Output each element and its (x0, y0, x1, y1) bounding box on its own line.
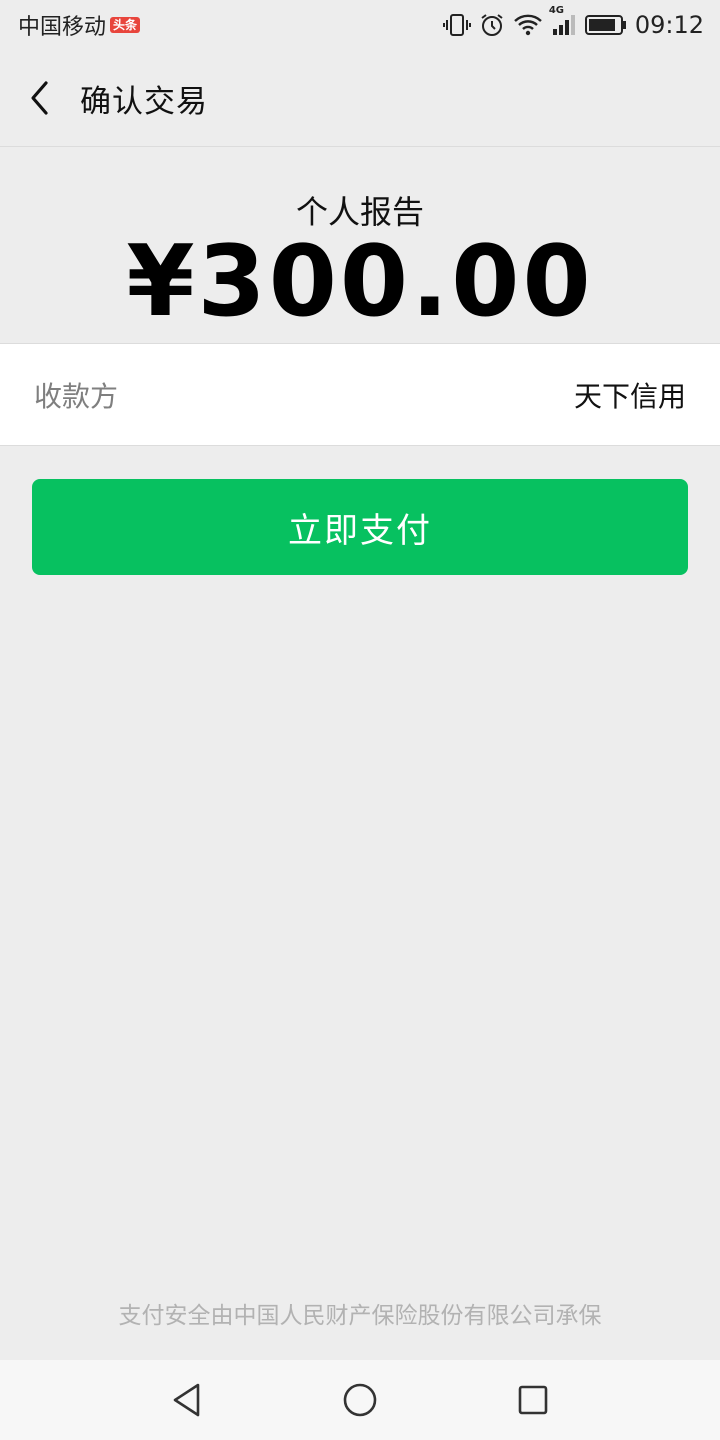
insurance-note: 支付安全由中国人民财产保险股份有限公司承保 (118, 1303, 602, 1329)
page-title: 确认交易 (80, 83, 208, 120)
wifi-icon (513, 13, 543, 37)
vibrate-icon (442, 13, 471, 37)
payment-amount: ¥300.00 (126, 225, 594, 339)
status-right: 4G 09:12 (442, 5, 704, 39)
network-type: 4G (548, 5, 564, 16)
carrier-name: 中国移动 (18, 15, 107, 40)
alarm-icon (479, 12, 505, 38)
payee-value: 天下信用 (573, 379, 686, 413)
triangle-back-icon[interactable] (147, 1360, 227, 1440)
app-badge: 头条 (110, 17, 141, 33)
payee-label: 收款方 (34, 379, 119, 413)
status-left: 中国移动 头条 (18, 9, 141, 41)
square-recents-icon[interactable] (493, 1360, 573, 1440)
circle-home-icon[interactable] (320, 1360, 400, 1440)
battery-icon (584, 14, 627, 36)
signal-icon: 4G (549, 5, 577, 37)
system-nav-bar (0, 1360, 720, 1440)
pay-now-button[interactable]: 立即支付 (32, 479, 688, 575)
payee-row: 收款方 天下信用 (0, 343, 720, 446)
screen: 中国移动 头条 4G 09:12 确认交易 个人报告 ¥300.00 收款方 天… (0, 0, 720, 1440)
clock-time: 09:12 (634, 11, 704, 39)
chevron-left-icon[interactable] (0, 50, 80, 146)
amount-section: 个人报告 ¥300.00 (0, 147, 720, 343)
title-bar: 确认交易 (0, 50, 720, 146)
status-bar: 中国移动 头条 4G 09:12 (0, 0, 720, 50)
